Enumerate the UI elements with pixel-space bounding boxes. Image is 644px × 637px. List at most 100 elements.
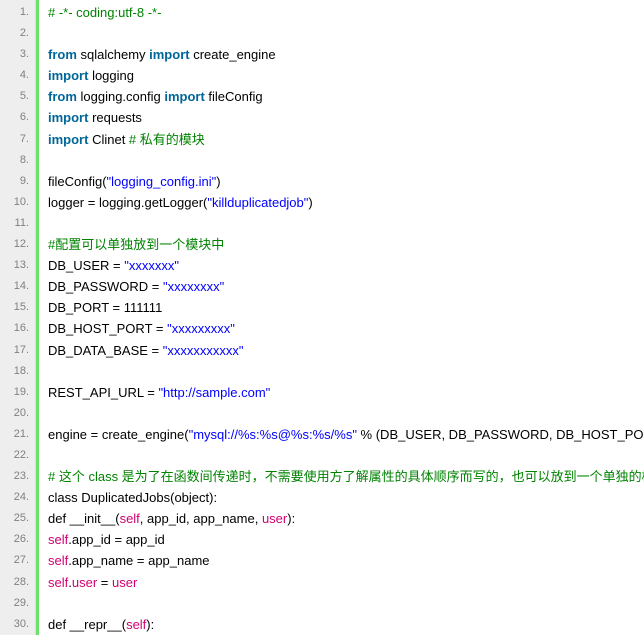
line-number: 5. bbox=[0, 86, 35, 107]
token-id: user bbox=[262, 511, 287, 526]
token-pl: DB_PASSWORD = bbox=[48, 279, 163, 294]
line-number: 27. bbox=[0, 550, 35, 571]
token-id: self bbox=[48, 553, 68, 568]
code-line: class DuplicatedJobs(object): bbox=[48, 487, 644, 508]
line-number: 1. bbox=[0, 2, 35, 23]
line-number: 16. bbox=[0, 318, 35, 339]
token-cm: # -*- coding:utf-8 -*- bbox=[48, 5, 161, 20]
token-str: "xxxxxxxx" bbox=[163, 279, 224, 294]
line-number-gutter: 1.2.3.4.5.6.7.8.9.10.11.12.13.14.15.16.1… bbox=[0, 0, 36, 635]
code-line bbox=[48, 23, 644, 44]
token-pl: requests bbox=[88, 110, 141, 125]
token-str: "xxxxxxx" bbox=[124, 258, 179, 273]
code-line bbox=[48, 403, 644, 424]
code-line: DB_PASSWORD = "xxxxxxxx" bbox=[48, 276, 644, 297]
token-pl: logger = logging.getLogger( bbox=[48, 195, 207, 210]
line-number: 7. bbox=[0, 129, 35, 150]
token-kw: import bbox=[48, 68, 88, 83]
line-number: 14. bbox=[0, 276, 35, 297]
token-pl: fileConfig bbox=[205, 89, 263, 104]
token-kw: from bbox=[48, 47, 77, 62]
token-pl: REST_API_URL = bbox=[48, 385, 158, 400]
code-block: 1.2.3.4.5.6.7.8.9.10.11.12.13.14.15.16.1… bbox=[0, 0, 644, 635]
code-line: REST_API_URL = "http://sample.com" bbox=[48, 382, 644, 403]
line-number: 6. bbox=[0, 107, 35, 128]
token-pl: create_engine bbox=[190, 47, 276, 62]
token-pl: Clinet bbox=[88, 132, 128, 147]
code-line: def __repr__(self): bbox=[48, 614, 644, 635]
line-number: 3. bbox=[0, 44, 35, 65]
token-pl: , app_id, app_name, bbox=[140, 511, 262, 526]
code-line: DB_USER = "xxxxxxx" bbox=[48, 255, 644, 276]
code-line bbox=[48, 593, 644, 614]
line-number: 30. bbox=[0, 614, 35, 635]
code-area: # -*- coding:utf-8 -*- from sqlalchemy i… bbox=[36, 0, 644, 635]
token-kw: import bbox=[149, 47, 189, 62]
token-pl: sqlalchemy bbox=[77, 47, 149, 62]
line-number: 25. bbox=[0, 508, 35, 529]
line-number: 22. bbox=[0, 445, 35, 466]
line-number: 18. bbox=[0, 361, 35, 382]
code-line: self.app_name = app_name bbox=[48, 550, 644, 571]
token-str: "killduplicatedjob" bbox=[207, 195, 308, 210]
code-line: def __init__(self, app_id, app_name, use… bbox=[48, 508, 644, 529]
line-number: 13. bbox=[0, 255, 35, 276]
code-line: fileConfig("logging_config.ini") bbox=[48, 171, 644, 192]
token-pl: ) bbox=[308, 195, 312, 210]
token-str: "mysql://%s:%s@%s:%s/%s" bbox=[189, 427, 357, 442]
token-id: self bbox=[48, 532, 68, 547]
line-number: 15. bbox=[0, 297, 35, 318]
token-str: "logging_config.ini" bbox=[107, 174, 217, 189]
token-pl: DB_HOST_PORT = bbox=[48, 321, 167, 336]
code-line: # 这个 class 是为了在函数间传递时，不需要使用方了解属性的具体顺序而写的… bbox=[48, 466, 644, 487]
code-line: import logging bbox=[48, 65, 644, 86]
line-number: 20. bbox=[0, 403, 35, 424]
token-id: user bbox=[112, 575, 137, 590]
line-number: 4. bbox=[0, 65, 35, 86]
token-pl: .app_id = app_id bbox=[68, 532, 165, 547]
line-number: 28. bbox=[0, 572, 35, 593]
line-number: 8. bbox=[0, 150, 35, 171]
code-line: DB_DATA_BASE = "xxxxxxxxxxx" bbox=[48, 340, 644, 361]
line-number: 24. bbox=[0, 487, 35, 508]
token-str: "xxxxxxxxxxx" bbox=[163, 343, 244, 358]
code-line: self.user = user bbox=[48, 572, 644, 593]
line-number: 23. bbox=[0, 466, 35, 487]
code-line: from logging.config import fileConfig bbox=[48, 86, 644, 107]
line-number: 26. bbox=[0, 529, 35, 550]
token-pl: ): bbox=[146, 617, 154, 632]
code-line: engine = create_engine("mysql://%s:%s@%s… bbox=[48, 424, 644, 445]
token-pl: DB_PORT = 111111 bbox=[48, 300, 162, 315]
token-pl: def __init__( bbox=[48, 511, 120, 526]
code-line: #配置可以单独放到一个模块中 bbox=[48, 234, 644, 255]
code-line: from sqlalchemy import create_engine bbox=[48, 44, 644, 65]
line-number: 17. bbox=[0, 340, 35, 361]
token-kw: from bbox=[48, 89, 77, 104]
token-pl: % (DB_USER, DB_PASSWORD, DB_HOST_PORT, D… bbox=[357, 427, 644, 442]
line-number: 29. bbox=[0, 593, 35, 614]
token-id: self bbox=[48, 575, 68, 590]
code-line bbox=[48, 213, 644, 234]
token-pl: class DuplicatedJobs(object): bbox=[48, 490, 217, 505]
token-pl: DB_USER = bbox=[48, 258, 124, 273]
token-pl: logging bbox=[88, 68, 134, 83]
token-str: "xxxxxxxxx" bbox=[167, 321, 235, 336]
line-number: 2. bbox=[0, 23, 35, 44]
code-line: self.app_id = app_id bbox=[48, 529, 644, 550]
code-line: logger = logging.getLogger("killduplicat… bbox=[48, 192, 644, 213]
token-pl: fileConfig( bbox=[48, 174, 107, 189]
token-pl: logging.config bbox=[77, 89, 164, 104]
token-id: user bbox=[72, 575, 97, 590]
token-pl: DB_DATA_BASE = bbox=[48, 343, 163, 358]
token-pl: def __repr__( bbox=[48, 617, 126, 632]
line-number: 10. bbox=[0, 192, 35, 213]
token-id: self bbox=[120, 511, 140, 526]
token-pl: = bbox=[97, 575, 112, 590]
token-kw: import bbox=[164, 89, 204, 104]
token-pl: ): bbox=[287, 511, 295, 526]
token-cm: # 私有的模块 bbox=[129, 132, 205, 147]
code-line bbox=[48, 361, 644, 382]
token-kw: import bbox=[48, 132, 88, 147]
token-pl: engine = create_engine( bbox=[48, 427, 189, 442]
token-pl: .app_name = app_name bbox=[68, 553, 209, 568]
